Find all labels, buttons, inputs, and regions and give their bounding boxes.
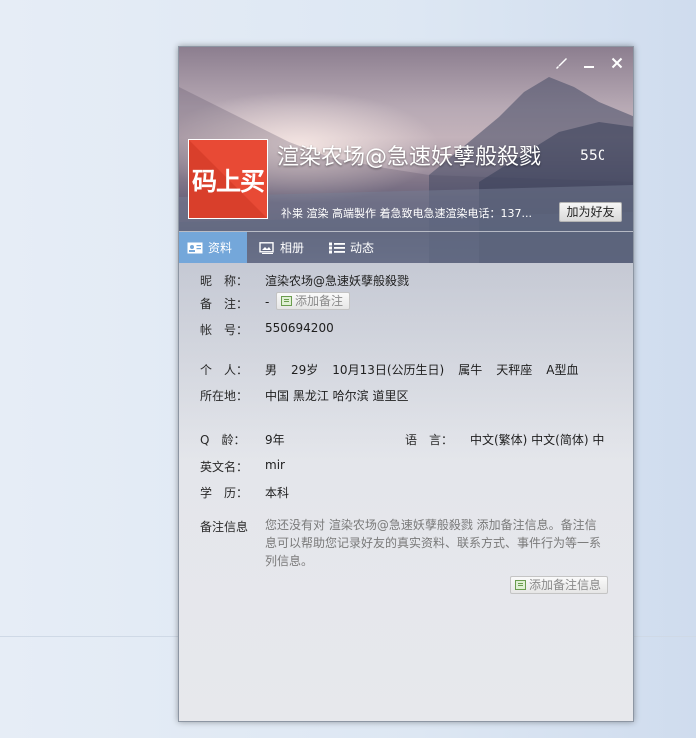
birthday: 10月13日(公历生日)	[332, 363, 445, 377]
qage-value: 9年	[265, 433, 285, 447]
photo-album-icon	[259, 241, 275, 254]
language-value: 中文(繁体) 中文(简体) 中	[470, 433, 605, 447]
add-friend-button[interactable]: 加为好友	[559, 202, 622, 222]
avatar-logo-text: 码上买	[191, 167, 265, 196]
account-label: 帐 号：	[200, 323, 249, 337]
language-label: 语 言：	[405, 433, 454, 447]
personal-values: 男 29岁 10月13日(公历生日) 属牛 天秤座 A型血	[265, 361, 592, 378]
qage-label: Q 龄：	[200, 433, 246, 447]
profile-card-icon	[187, 242, 203, 254]
remark-value: -	[265, 295, 270, 309]
zodiac-animal: 属牛	[458, 363, 483, 377]
tab-profile[interactable]: 资料	[179, 232, 247, 263]
nickname-value: 渲染农场@急速妖孽般殺戮	[265, 274, 410, 288]
location-label: 所在地：	[200, 389, 249, 403]
location-value: 中国 黑龙江 哈尔滨 道里区	[265, 389, 409, 403]
gender: 男	[265, 363, 278, 377]
profile-id-short: 550	[580, 148, 604, 164]
remark-info-label: 备注信息	[200, 520, 249, 534]
age: 29岁	[291, 363, 319, 377]
avatar[interactable]: 码上买	[188, 139, 268, 219]
add-remark-info-button[interactable]: 添加备注信息	[510, 576, 609, 594]
profile-nickname: 渲染农场@急速妖孽般殺戮	[277, 145, 542, 170]
profile-window: 码上买 渲染农场@急速妖孽般殺戮 550 䃼粜 渲染 高端製作 着急致电急速渲染…	[178, 46, 634, 722]
nickname-label: 昵 称：	[200, 274, 249, 288]
feed-list-icon	[329, 242, 345, 254]
minimize-icon[interactable]	[581, 55, 597, 71]
note-icon	[515, 580, 526, 590]
skin-brush-icon[interactable]	[553, 55, 569, 71]
profile-signature: 䃼粜 渲染 高端製作 着急致电急速渲染电话：137...	[281, 207, 532, 220]
tab-feed[interactable]: 动态	[321, 232, 387, 263]
close-icon[interactable]	[609, 55, 625, 71]
personal-label: 个 人：	[200, 363, 249, 377]
account-value: 550694200	[265, 321, 334, 335]
profile-tabs: 资料 相册 动态	[179, 231, 633, 264]
education-label: 学 历：	[200, 486, 249, 500]
add-remark-button[interactable]: 添加备注	[276, 292, 351, 310]
blood-type: A型血	[546, 363, 579, 377]
note-icon	[281, 296, 292, 306]
tab-album[interactable]: 相册	[251, 232, 317, 263]
english-name-label: 英文名：	[200, 460, 249, 474]
remark-info-text: 您还没有对 渲染农场@急速妖孽般殺戮 添加备注信息。备注信息可以帮助您记录好友的…	[265, 518, 602, 568]
english-name-value: mir	[265, 458, 285, 472]
education-value: 本科	[265, 486, 290, 500]
remark-label: 备 注：	[200, 297, 249, 311]
constellation: 天秤座	[496, 363, 533, 377]
title-bar-controls	[553, 55, 625, 71]
